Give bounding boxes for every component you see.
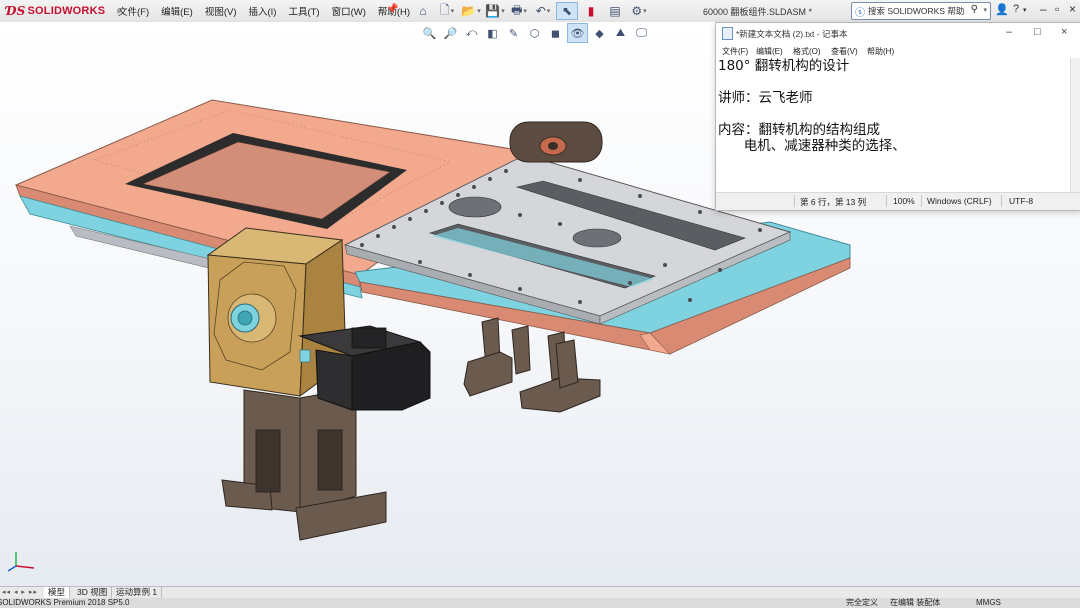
view-triad-icon: [7, 552, 35, 572]
status-bar: SOLIDWORKS Premium 2018 SP5.0 完全定义 在编辑 装…: [0, 598, 1080, 608]
text-line: 电机、减速器种类的选择、: [718, 138, 906, 154]
print-icon[interactable]: 🖶 ▾: [508, 2, 530, 20]
help-icon[interactable]: ?: [1013, 3, 1019, 15]
help-dropdown-icon[interactable]: ▾: [1023, 6, 1027, 14]
encoding: UTF-8: [1009, 196, 1034, 206]
left-support-bracket: [221, 387, 387, 541]
restore-icon[interactable]: ▫: [1055, 2, 1059, 16]
new-document-icon[interactable]: 🗋 ▾: [436, 2, 458, 20]
menu-edit[interactable]: 编辑(E): [161, 4, 193, 18]
undo-icon[interactable]: ↶ ▾: [532, 2, 554, 20]
view-settings-icon[interactable]: 🖵: [632, 24, 651, 42]
notepad-window[interactable]: *新建文本文档 (2).txt - 记事本 – □ × 文件(F) 编辑(E) …: [715, 22, 1080, 211]
menu-file[interactable]: 文件(F): [118, 4, 149, 18]
help-search-box[interactable]: ⓢ 搜索 SOLIDWORKS 帮助 ⚲ ▾: [851, 2, 991, 20]
zoom-level: 100%: [893, 196, 915, 206]
save-icon[interactable]: 💾 ▾: [484, 2, 506, 20]
close-icon[interactable]: ×: [1069, 2, 1076, 16]
np-menu-help[interactable]: 帮助(H): [867, 46, 894, 57]
maximize-icon[interactable]: □: [1034, 26, 1041, 38]
editing-state: 在编辑 装配体: [890, 598, 941, 607]
close-icon[interactable]: ×: [1061, 26, 1067, 38]
user-icon[interactable]: 👤: [995, 3, 1009, 16]
menu-insert[interactable]: 插入(I): [248, 4, 276, 18]
pin-menu-icon[interactable]: 📌: [386, 4, 398, 15]
menu-tools[interactable]: 工具(T): [288, 4, 319, 18]
apply-scene-icon[interactable]: ⛰: [611, 24, 630, 42]
search-icon[interactable]: ⚲: [971, 4, 978, 15]
menu-view[interactable]: 视图(V): [205, 4, 237, 18]
tab-model[interactable]: 模型: [44, 587, 71, 598]
search-help-icon: ⓢ: [855, 7, 865, 19]
solidworks-logo[interactable]: ƊS SOLIDWORKS ▸: [6, 3, 123, 19]
notepad-title: *新建文本文档 (2).txt - 记事本: [736, 29, 848, 39]
np-menu-view[interactable]: 查看(V): [831, 46, 858, 57]
previous-view-icon[interactable]: ⤺: [462, 24, 481, 42]
home-icon[interactable]: ⌂: [412, 2, 434, 20]
text-line: [718, 74, 1073, 90]
notepad-menu: 文件(F) 编辑(E) 格式(O) 查看(V) 帮助(H): [716, 43, 1080, 58]
select-icon[interactable]: ⬉: [556, 2, 578, 20]
view-orientation-icon[interactable]: ⬡: [525, 24, 544, 42]
title-bar: ƊS SOLIDWORKS ▸ 文件(F) 编辑(E) 视图(V) 插入(I) …: [0, 0, 1080, 23]
heads-up-view-toolbar: 🔍 🔎 ⤺ ◧ ✎ ⬡ ◼ 👁 ◆ ⛰ 🖵: [420, 23, 651, 43]
notepad-icon: [722, 27, 733, 40]
notepad-scrollbar[interactable]: [1070, 58, 1080, 193]
cursor-position: 第 6 行，第 13 列: [800, 197, 867, 207]
text-line: 内容：翻转机构的结构组成: [718, 122, 880, 138]
text-line: [718, 106, 1073, 122]
zoom-to-fit-icon[interactable]: 🔍: [420, 24, 439, 42]
dynamic-annotation-icon[interactable]: ✎: [504, 24, 523, 42]
edit-appearance-icon[interactable]: ◆: [590, 24, 609, 42]
menu-window[interactable]: 窗口(W): [332, 4, 366, 18]
ds-logo-icon: ƊS: [6, 4, 26, 18]
document-title: 60000 翻板组件.SLDASM *: [703, 7, 813, 17]
hide-show-items-icon[interactable]: 👁: [567, 23, 588, 43]
chevron-down-icon[interactable]: ▾: [983, 6, 987, 14]
search-placeholder: 搜索 SOLIDWORKS 帮助: [868, 6, 965, 16]
zoom-to-area-icon[interactable]: 🔎: [441, 24, 460, 42]
notepad-status-bar: 第 6 行，第 13 列 100% Windows (CRLF) UTF-8: [716, 192, 1080, 210]
tab-motion-study[interactable]: 运动算例 1: [112, 587, 163, 598]
unit-system[interactable]: MMGS: [976, 598, 1001, 608]
standard-toolbar: ⌂ 🗋 ▾ 📂 ▾ 💾 ▾ 🖶 ▾ ↶ ▾ ⬉ ▮ ▤ ⚙ ▾: [412, 2, 650, 20]
open-icon[interactable]: 📂 ▾: [460, 2, 482, 20]
notepad-title-bar[interactable]: *新建文本文档 (2).txt - 记事本 – □ ×: [716, 23, 1080, 43]
np-menu-format[interactable]: 格式(O): [793, 46, 821, 57]
definition-state: 完全定义: [846, 598, 878, 607]
options-icon[interactable]: ⚙ ▾: [628, 2, 650, 20]
main-menu: 文件(F) 编辑(E) 视图(V) 插入(I) 工具(T) 窗口(W) 帮助(H…: [118, 4, 422, 18]
section-view-icon[interactable]: ◧: [483, 24, 502, 42]
display-style-icon[interactable]: ◼: [546, 24, 565, 42]
text-line: 讲师：云飞老师: [718, 90, 813, 106]
tab-3d-view[interactable]: 3D 视图: [73, 587, 113, 598]
minimize-icon[interactable]: –: [1040, 2, 1047, 16]
notepad-text-area[interactable]: 180° 翻转机构的设计 讲师：云飞老师 内容：翻转机构的结构组成 电机、减速器…: [718, 58, 1073, 193]
tab-nav-arrows-icon[interactable]: ◂◂ ◂ ▸ ▸▸: [2, 588, 38, 596]
np-menu-edit[interactable]: 编辑(E): [756, 46, 783, 57]
version-text: SOLIDWORKS Premium 2018 SP5.0: [0, 598, 130, 607]
np-menu-file[interactable]: 文件(F): [722, 46, 748, 57]
rebuild-icon[interactable]: ▮: [580, 2, 602, 20]
file-properties-icon[interactable]: ▤: [604, 2, 626, 20]
line-ending: Windows (CRLF): [927, 196, 992, 206]
text-line: 180° 翻转机构的设计: [718, 58, 850, 74]
brand-name: SOLIDWORKS: [27, 5, 106, 17]
minimize-icon[interactable]: –: [1006, 26, 1012, 38]
